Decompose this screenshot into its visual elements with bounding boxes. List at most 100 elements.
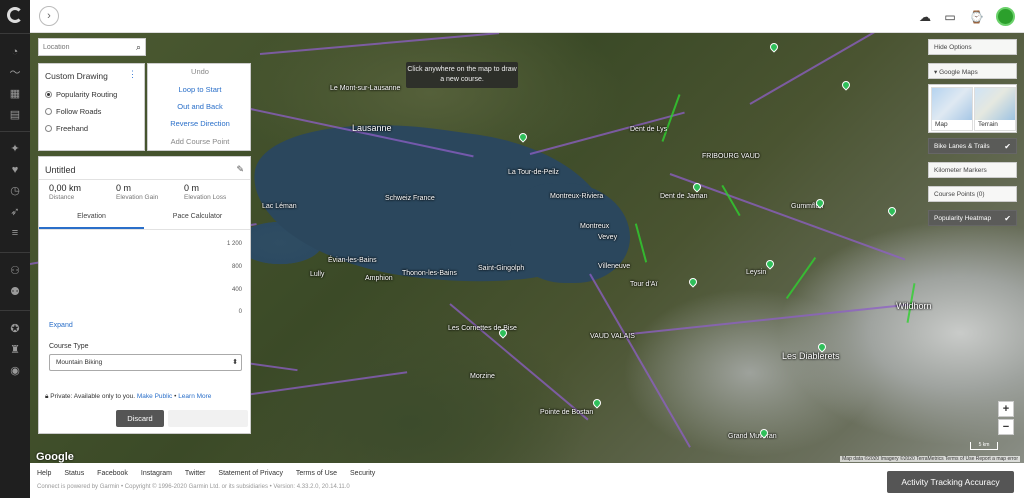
divider (39, 229, 250, 230)
terrain-thumbnail (975, 88, 1015, 120)
heatmap-route (629, 303, 909, 335)
activity-tracking-accuracy-button[interactable]: Activity Tracking Accuracy (887, 471, 1014, 493)
radio-freehand[interactable]: Freehand (45, 124, 88, 133)
poi-pin[interactable] (768, 41, 780, 53)
avatar[interactable] (996, 7, 1015, 26)
stat-elevation-loss: 0 m Elevation Loss (184, 183, 226, 201)
radio-label: Freehand (56, 124, 89, 133)
poi-pin[interactable] (764, 258, 776, 270)
out-and-back-button[interactable]: Out and Back (148, 102, 252, 111)
hide-options-button[interactable]: Hide Options (928, 39, 1017, 55)
reverse-direction-button[interactable]: Reverse Direction (148, 119, 252, 128)
course-name[interactable]: Untitled (45, 165, 76, 175)
map-label: Montreux (580, 223, 610, 230)
poi-pin[interactable] (591, 397, 603, 409)
course-actions-panel: Undo Loop to Start Out and Back Reverse … (147, 63, 251, 151)
bike-lanes-toggle[interactable]: Bike Lanes & Trails ✔ (928, 138, 1017, 154)
course-type-select[interactable]: Mountain Biking ⬍ (49, 354, 242, 371)
make-public-link[interactable]: Make Public (137, 393, 172, 400)
health-icon[interactable]: ♥ (9, 164, 21, 176)
radio-popularity-routing[interactable]: Popularity Routing (45, 90, 117, 99)
chevron-down-icon: ⬍ (232, 359, 238, 366)
inbox-icon[interactable]: ▭ (943, 10, 957, 24)
course-points-toggle[interactable]: Course Points (0) (928, 186, 1017, 202)
groups-icon[interactable]: ⚉ (9, 286, 21, 298)
loop-to-start-button[interactable]: Loop to Start (148, 85, 252, 94)
zoom-out-button[interactable]: − (998, 419, 1014, 435)
stat-value: 0,00 km (49, 183, 82, 193)
discard-button[interactable]: Discard (116, 410, 164, 427)
map-type-selector: Map Terrain (928, 84, 1017, 133)
stat-distance: 0,00 km Distance (49, 183, 81, 201)
search-icon[interactable]: ⌕ (136, 42, 141, 53)
kebab-menu-icon[interactable]: ⋮ (128, 69, 137, 80)
footer-link-security[interactable]: Security (350, 470, 375, 477)
divider (0, 310, 30, 311)
footer-link-help[interactable]: Help (37, 470, 51, 477)
save-button-disabled[interactable] (168, 410, 248, 427)
poi-pin[interactable] (886, 205, 898, 217)
expand-nav-button[interactable]: › (39, 6, 59, 26)
privacy-text: Private: Available only to you. (50, 393, 136, 400)
undo-button[interactable]: Undo (148, 67, 252, 76)
google-logo: Google (36, 451, 74, 463)
radio-follow-roads[interactable]: Follow Roads (45, 107, 101, 116)
reports-icon[interactable]: ▤ (9, 109, 21, 121)
divider (0, 33, 30, 34)
location-search: ⌕ (38, 38, 146, 56)
footer-link-instagram[interactable]: Instagram (141, 470, 172, 477)
map-label: Dent de Jaman (660, 193, 708, 200)
map-type-map[interactable]: Map (931, 87, 973, 131)
edit-pencil-icon[interactable]: ✎ (236, 164, 244, 175)
timer-icon[interactable]: ◷ (9, 185, 21, 197)
footer-link-twitter[interactable]: Twitter (185, 470, 206, 477)
dashboard-icon[interactable]: ◔ (9, 46, 21, 58)
upload-icon[interactable]: ☁ (918, 10, 932, 24)
lock-icon: 🔒︎ (45, 393, 49, 400)
map-label: La Tour-de-Peilz (508, 169, 559, 176)
expand-link[interactable]: Expand (49, 322, 73, 329)
tab-elevation[interactable]: Elevation (39, 213, 144, 229)
kilometer-markers-toggle[interactable]: Kilometer Markers (928, 162, 1017, 178)
badges-icon[interactable]: ✪ (9, 323, 21, 335)
chevron-down-icon: ▾ (934, 69, 938, 76)
footer-link-terms[interactable]: Terms of Use (296, 470, 337, 477)
map-attribution[interactable]: Map data ©2020 Imagery ©2020 TerraMetric… (840, 456, 1020, 462)
map-label: Le Mont-sur-Lausanne (330, 85, 401, 92)
stat-label: Elevation Gain (116, 194, 159, 201)
heatmap-route (449, 303, 589, 421)
stack-icon[interactable]: ≡ (9, 227, 21, 239)
popularity-heatmap-toggle[interactable]: Popularity Heatmap ✔ (928, 210, 1017, 226)
google-maps-toggle[interactable]: ▾ Google Maps (928, 63, 1017, 79)
challenges-icon[interactable]: ◉ (9, 365, 21, 377)
footer: Help Status Facebook Instagram Twitter S… (30, 463, 1024, 498)
location-input[interactable] (39, 39, 129, 55)
map-type-terrain[interactable]: Terrain (974, 87, 1016, 131)
map-label: Lac Léman (262, 203, 297, 210)
learn-more-link[interactable]: Learn More (178, 393, 211, 400)
side-navigation: ◔ 〜 ▦ ▤ ✦ ♥ ◷ ➶ ≡ ⚇ ⚉ ✪ ♜ ◉ (0, 0, 30, 498)
map-label: Lully (310, 271, 325, 278)
footer-link-facebook[interactable]: Facebook (97, 470, 128, 477)
map-label: Morzine (470, 373, 495, 380)
map-type-label: Terrain (978, 121, 998, 128)
connections-icon[interactable]: ⚇ (9, 265, 21, 277)
garmin-connect-logo-icon[interactable] (7, 7, 23, 23)
poi-pin[interactable] (517, 131, 529, 143)
training-icon[interactable]: ✦ (9, 143, 21, 155)
poi-pin[interactable] (687, 276, 699, 288)
zoom-in-button[interactable]: + (998, 401, 1014, 417)
gear-shoe-icon[interactable]: ➶ (9, 206, 21, 218)
add-course-point-button[interactable]: Add Course Point (148, 137, 252, 146)
tab-pace-calculator[interactable]: Pace Calculator (145, 213, 250, 229)
stat-label: Elevation Loss (184, 194, 227, 201)
map-label: Vevey (598, 234, 618, 241)
activity-icon[interactable]: 〜 (9, 67, 21, 79)
poi-pin[interactable] (840, 79, 852, 91)
footer-link-privacy[interactable]: Statement of Privacy (218, 470, 283, 477)
watch-icon[interactable]: ⌚ (969, 10, 984, 24)
elevation-tick-label: 0 (238, 309, 242, 315)
trophy-icon[interactable]: ♜ (9, 344, 21, 356)
calendar-icon[interactable]: ▦ (9, 88, 21, 100)
footer-link-status[interactable]: Status (64, 470, 84, 477)
